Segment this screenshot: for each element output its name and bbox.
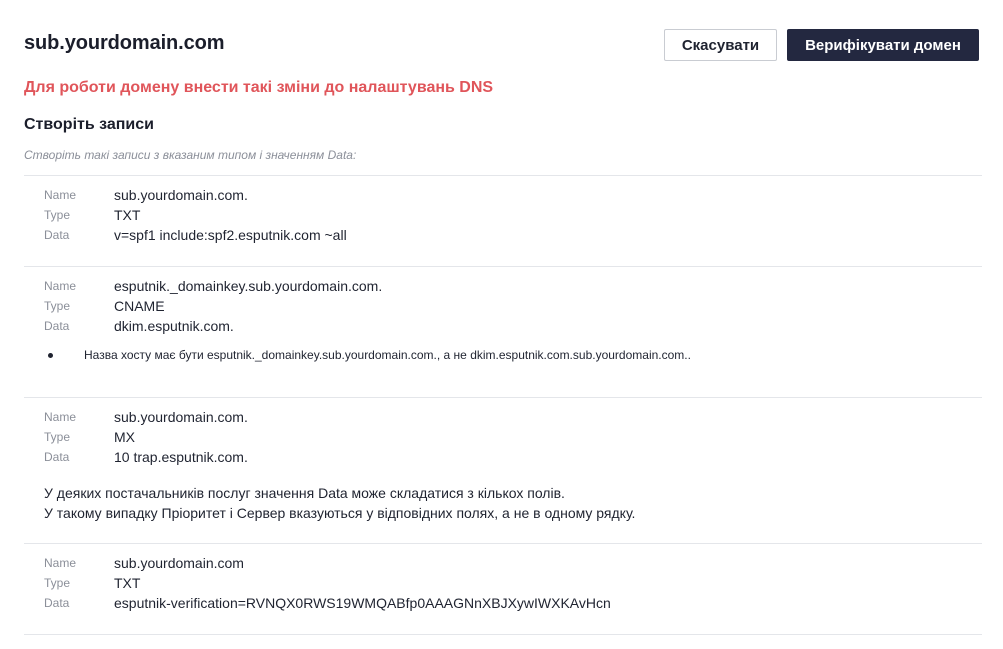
section-title: Створіть записи <box>24 116 154 133</box>
record-data: esputnik-verification=RVNQX0RWS19WMQABfp… <box>114 595 611 611</box>
bullet-icon <box>48 353 53 358</box>
dns-record: Name sub.yourdomain.com Type TXT Data esput… <box>44 553 611 613</box>
data-label: Data <box>44 319 70 333</box>
divider <box>24 266 982 267</box>
hostname-note-text: Назва хосту має бути esputnik._domainkey… <box>84 348 691 362</box>
record-type: TXT <box>114 575 141 591</box>
data-label: Data <box>44 450 70 464</box>
record-data: 10 trap.esputnik.com. <box>114 449 248 465</box>
record-data: v=spf1 include:spf2.esputnik.com ~all <box>114 227 347 243</box>
type-label: Type <box>44 208 71 222</box>
type-label: Type <box>44 576 71 590</box>
verify-domain-button[interactable]: Верифікувати домен <box>787 29 979 61</box>
type-label: Type <box>44 299 71 313</box>
mx-note-line: У деяких постачальників послуг значення … <box>44 485 565 501</box>
section-hint: Створіть такі записи з вказаним типом і … <box>24 148 357 162</box>
record-type: TXT <box>114 207 141 223</box>
record-type: MX <box>114 429 135 445</box>
dns-warning: Для роботи домену внести такі зміни до н… <box>24 79 494 96</box>
mx-note: У деяких постачальників послуг значення … <box>44 483 635 523</box>
name-label: Name <box>44 410 77 424</box>
cancel-button[interactable]: Скасувати <box>664 29 777 61</box>
name-label: Name <box>44 188 77 202</box>
record-name: sub.yourdomain.com. <box>114 187 248 203</box>
data-label: Data <box>44 596 70 610</box>
data-label: Data <box>44 228 70 242</box>
dns-record: Name esputnik._domainkey.sub.yourdomain.c… <box>44 276 382 336</box>
record-type: CNAME <box>114 298 165 314</box>
name-label: Name <box>44 556 77 570</box>
divider <box>24 397 982 398</box>
dns-record: Name sub.yourdomain.com. Type TXT Data v=sp… <box>44 185 347 245</box>
name-label: Name <box>44 279 77 293</box>
dns-record: Name sub.yourdomain.com. Type MX Data 10 tr… <box>44 407 248 467</box>
divider <box>24 634 982 635</box>
hostname-note: Назва хосту має бути esputnik._domainkey… <box>48 348 691 362</box>
mx-note-line: У такому випадку Пріоритет і Сервер вказ… <box>44 505 636 521</box>
page-title: sub.yourdomain.com <box>24 32 225 54</box>
record-name: esputnik._domainkey.sub.yourdomain.com. <box>114 278 383 294</box>
record-name: sub.yourdomain.com <box>114 555 244 571</box>
record-data: dkim.esputnik.com. <box>114 318 234 334</box>
page-header: sub.yourdomain.com Скасувати Верифікуват… <box>24 29 979 62</box>
record-name: sub.yourdomain.com. <box>114 409 248 425</box>
type-label: Type <box>44 430 71 444</box>
divider <box>24 175 982 176</box>
divider <box>24 543 982 544</box>
